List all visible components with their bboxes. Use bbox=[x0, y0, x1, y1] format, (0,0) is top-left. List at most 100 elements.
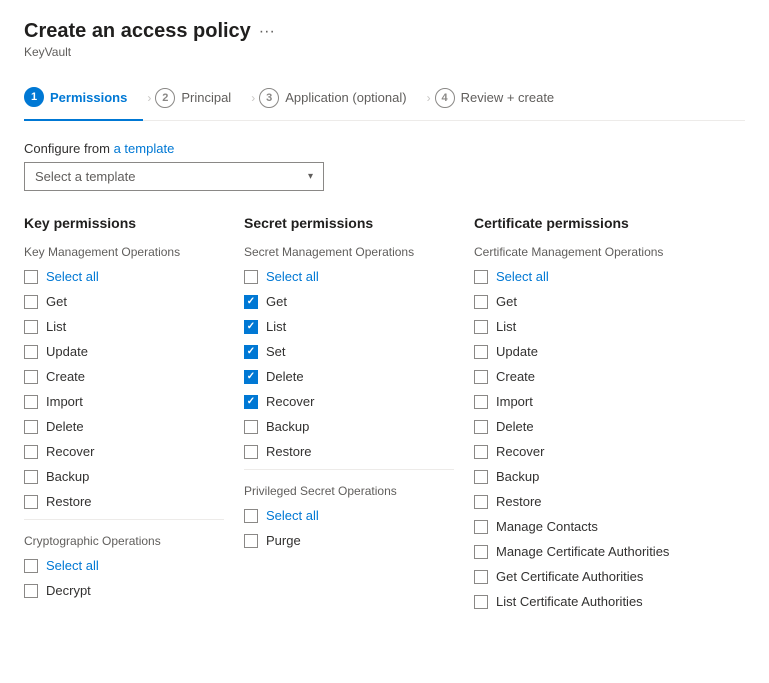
secret-s1-checkbox-2[interactable] bbox=[244, 320, 258, 334]
cert-s1-checkbox-5[interactable] bbox=[474, 395, 488, 409]
cert-s1-checkbox-13[interactable] bbox=[474, 595, 488, 609]
key-s1-checkbox-9[interactable] bbox=[24, 495, 38, 509]
key-s1-item-0[interactable]: Select all bbox=[24, 267, 224, 286]
step-num-4: 4 bbox=[435, 88, 455, 108]
key-s1-item-6[interactable]: Delete bbox=[24, 417, 224, 436]
step-num-3: 3 bbox=[259, 88, 279, 108]
step-sep-3: › bbox=[423, 91, 435, 105]
permissions-grid: Key permissions Key Management Operation… bbox=[24, 215, 745, 617]
cert-s1-checkbox-11[interactable] bbox=[474, 545, 488, 559]
key-s1-checkbox-5[interactable] bbox=[24, 395, 38, 409]
secret-s2-checkbox-1[interactable] bbox=[244, 534, 258, 548]
cert-s1-checkbox-7[interactable] bbox=[474, 445, 488, 459]
secret-s1-checkbox-3[interactable] bbox=[244, 345, 258, 359]
cert-s1-item-12[interactable]: Get Certificate Authorities bbox=[474, 567, 725, 586]
key-s1-checkbox-8[interactable] bbox=[24, 470, 38, 484]
cert-s1-checkbox-0[interactable] bbox=[474, 270, 488, 284]
secret-s2-item-1[interactable]: Purge bbox=[244, 531, 454, 550]
secret-s1-checkbox-0[interactable] bbox=[244, 270, 258, 284]
secret-s1-item-3[interactable]: Set bbox=[244, 342, 454, 361]
cert-s1-item-10[interactable]: Manage Contacts bbox=[474, 517, 725, 536]
secret-s1-item-6[interactable]: Backup bbox=[244, 417, 454, 436]
key-s1-item-3[interactable]: Update bbox=[24, 342, 224, 361]
cert-s1-item-1[interactable]: Get bbox=[474, 292, 725, 311]
key-s2-checkbox-1[interactable] bbox=[24, 584, 38, 598]
cert-s1-checkbox-6[interactable] bbox=[474, 420, 488, 434]
secret-s1-checkbox-6[interactable] bbox=[244, 420, 258, 434]
wizard-steps: 1 Permissions › 2 Principal › 3 Applicat… bbox=[24, 75, 745, 121]
cert-s1-checkbox-1[interactable] bbox=[474, 295, 488, 309]
cert-s1-checkbox-9[interactable] bbox=[474, 495, 488, 509]
cert-s1-checkbox-4[interactable] bbox=[474, 370, 488, 384]
secret-s2-checkbox-0[interactable] bbox=[244, 509, 258, 523]
key-crypto-ops-label: Cryptographic Operations bbox=[24, 534, 224, 548]
key-s1-label-4: Create bbox=[46, 369, 85, 384]
cert-s1-checkbox-2[interactable] bbox=[474, 320, 488, 334]
key-s1-item-9[interactable]: Restore bbox=[24, 492, 224, 511]
secret-s1-checkbox-4[interactable] bbox=[244, 370, 258, 384]
cert-s1-item-3[interactable]: Update bbox=[474, 342, 725, 361]
cert-s1-checkbox-12[interactable] bbox=[474, 570, 488, 584]
secret-s1-item-1[interactable]: Get bbox=[244, 292, 454, 311]
cert-s1-item-9[interactable]: Restore bbox=[474, 492, 725, 511]
cert-s1-item-0[interactable]: Select all bbox=[474, 267, 725, 286]
page-title: Create an access policy bbox=[24, 20, 251, 43]
wizard-step-permissions[interactable]: 1 Permissions bbox=[24, 75, 143, 121]
key-s1-checkbox-3[interactable] bbox=[24, 345, 38, 359]
secret-s1-checkbox-7[interactable] bbox=[244, 445, 258, 459]
key-s1-checkbox-0[interactable] bbox=[24, 270, 38, 284]
template-link[interactable]: a template bbox=[114, 141, 175, 156]
secret-s1-item-4[interactable]: Delete bbox=[244, 367, 454, 386]
step-num-2: 2 bbox=[155, 88, 175, 108]
secret-s1-checkbox-1[interactable] bbox=[244, 295, 258, 309]
secret-s2-item-0[interactable]: Select all bbox=[244, 506, 454, 525]
key-s1-item-1[interactable]: Get bbox=[24, 292, 224, 311]
key-s1-item-4[interactable]: Create bbox=[24, 367, 224, 386]
secret-s1-label-4: Delete bbox=[266, 369, 304, 384]
key-s1-checkbox-4[interactable] bbox=[24, 370, 38, 384]
cert-s1-item-2[interactable]: List bbox=[474, 317, 725, 336]
key-mgmt-ops-label: Key Management Operations bbox=[24, 245, 224, 259]
secret-s1-item-2[interactable]: List bbox=[244, 317, 454, 336]
secret-s1-label-7: Restore bbox=[266, 444, 312, 459]
cert-s1-item-8[interactable]: Backup bbox=[474, 467, 725, 486]
key-s1-checkbox-6[interactable] bbox=[24, 420, 38, 434]
key-s1-item-2[interactable]: List bbox=[24, 317, 224, 336]
secret-s1-item-5[interactable]: Recover bbox=[244, 392, 454, 411]
key-s2-item-0[interactable]: Select all bbox=[24, 556, 224, 575]
cert-s1-checkbox-10[interactable] bbox=[474, 520, 488, 534]
key-s1-checkbox-2[interactable] bbox=[24, 320, 38, 334]
key-s1-label-7: Recover bbox=[46, 444, 94, 459]
cert-s1-item-5[interactable]: Import bbox=[474, 392, 725, 411]
cert-s1-label-7: Recover bbox=[496, 444, 544, 459]
cert-s1-checkbox-3[interactable] bbox=[474, 345, 488, 359]
cert-s1-item-11[interactable]: Manage Certificate Authorities bbox=[474, 542, 725, 561]
secret-s1-checkbox-5[interactable] bbox=[244, 395, 258, 409]
cert-s1-label-8: Backup bbox=[496, 469, 539, 484]
cert-s1-item-6[interactable]: Delete bbox=[474, 417, 725, 436]
wizard-step-application[interactable]: 3 Application (optional) bbox=[259, 76, 422, 120]
cert-s1-checkbox-8[interactable] bbox=[474, 470, 488, 484]
template-dropdown[interactable]: Select a template ▾ bbox=[24, 162, 324, 191]
key-s1-item-5[interactable]: Import bbox=[24, 392, 224, 411]
more-options-icon[interactable]: ··· bbox=[259, 23, 275, 41]
key-s1-checkbox-1[interactable] bbox=[24, 295, 38, 309]
wizard-step-review[interactable]: 4 Review + create bbox=[435, 76, 571, 120]
template-label: Configure from a template bbox=[24, 141, 745, 156]
key-s1-label-2: List bbox=[46, 319, 66, 334]
key-s1-item-8[interactable]: Backup bbox=[24, 467, 224, 486]
secret-s1-item-0[interactable]: Select all bbox=[244, 267, 454, 286]
key-s2-label-0: Select all bbox=[46, 558, 99, 573]
secret-permissions-column: Secret permissions Secret Management Ope… bbox=[244, 215, 474, 617]
secret-permissions-header: Secret permissions bbox=[244, 215, 454, 231]
key-s1-checkbox-7[interactable] bbox=[24, 445, 38, 459]
cert-s1-item-7[interactable]: Recover bbox=[474, 442, 725, 461]
key-s2-checkbox-0[interactable] bbox=[24, 559, 38, 573]
wizard-step-principal[interactable]: 2 Principal bbox=[155, 76, 247, 120]
cert-s1-label-3: Update bbox=[496, 344, 538, 359]
key-s1-item-7[interactable]: Recover bbox=[24, 442, 224, 461]
secret-s1-item-7[interactable]: Restore bbox=[244, 442, 454, 461]
cert-s1-item-4[interactable]: Create bbox=[474, 367, 725, 386]
cert-s1-item-13[interactable]: List Certificate Authorities bbox=[474, 592, 725, 611]
key-s2-item-1[interactable]: Decrypt bbox=[24, 581, 224, 600]
